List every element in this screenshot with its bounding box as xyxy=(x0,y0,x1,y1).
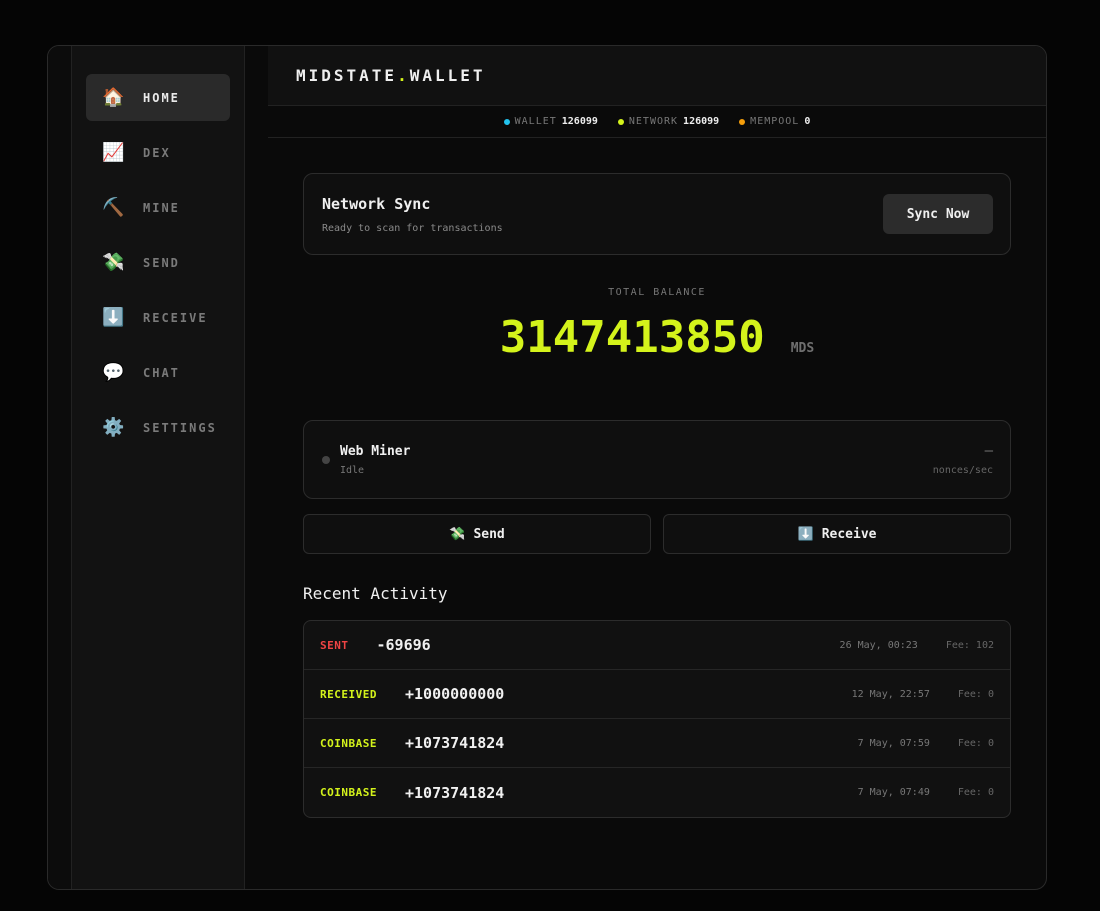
activity-type: COINBASE xyxy=(320,736,377,750)
sidebar-item-label: HOME xyxy=(143,90,180,105)
sidebar-item-label: RECEIVE xyxy=(143,310,208,325)
activity-date: 7 May, 07:49 xyxy=(857,787,930,798)
activity-type: SENT xyxy=(320,638,349,652)
main-panel: MIDSTATE.WALLET WALLET 126099 NETWORK 12… xyxy=(268,46,1046,889)
pick-icon: ⛏️ xyxy=(102,196,125,218)
money-icon: 💸 xyxy=(102,251,125,273)
money-icon: 💸 xyxy=(449,526,466,542)
down-arrow-icon: ⬇️ xyxy=(797,526,814,542)
sidebar-item-label: SEND xyxy=(143,255,180,270)
sidebar: 🏠 HOME 📈 DEX ⛏️ MINE 💸 SEND ⬇️ RECEIVE 💬… xyxy=(72,46,245,889)
sidebar-item-chat[interactable]: 💬 CHAT xyxy=(86,349,230,396)
mempool-status-dot xyxy=(739,118,746,125)
activity-amount: +1073741824 xyxy=(404,734,505,752)
wallet-height: WALLET 126099 xyxy=(503,116,598,127)
chart-icon: 📈 xyxy=(102,141,125,163)
network-value: 126099 xyxy=(683,116,720,127)
activity-fee: Fee: 102 xyxy=(945,639,994,651)
miner-rate: — xyxy=(984,443,993,459)
activity-type: COINBASE xyxy=(320,786,377,799)
network-label: NETWORK xyxy=(628,116,679,127)
wallet-value: 126099 xyxy=(561,116,598,127)
receive-button-label: Receive xyxy=(821,526,877,542)
activity-row[interactable]: RECEIVED +1000000000 12 May, 22:57 Fee: … xyxy=(304,670,1010,719)
sync-title: Network Sync xyxy=(322,194,431,213)
brand-right: WALLET xyxy=(409,66,486,85)
left-rail xyxy=(48,46,72,889)
topbar: MIDSTATE.WALLET xyxy=(268,46,1046,106)
sync-subtitle: Ready to scan for transactions xyxy=(322,222,503,234)
send-button[interactable]: 💸 Send xyxy=(303,514,651,554)
network-height: NETWORK 126099 xyxy=(617,116,720,127)
balance-label: TOTAL BALANCE xyxy=(608,287,706,298)
activity-fee: Fee: 0 xyxy=(957,737,994,749)
brand-dot: . xyxy=(397,66,410,85)
activity-amount: +1000000000 xyxy=(404,685,505,703)
sidebar-item-receive[interactable]: ⬇️ RECEIVE xyxy=(86,294,230,341)
wallet-status-dot xyxy=(503,118,510,125)
sync-now-button[interactable]: Sync Now xyxy=(883,194,993,234)
activity-date: 7 May, 07:59 xyxy=(857,737,930,749)
brand-left: MIDSTATE xyxy=(296,66,398,85)
activity-fee: Fee: 0 xyxy=(957,787,994,798)
sidebar-item-label: MINE xyxy=(143,200,180,215)
chat-icon: 💬 xyxy=(102,361,125,383)
activity-date: 26 May, 00:23 xyxy=(839,639,918,651)
miner-status-dot xyxy=(322,455,330,464)
receive-button[interactable]: ⬇️ Receive xyxy=(663,514,1011,554)
web-miner-card: Web Miner Idle — nonces/sec xyxy=(303,420,1011,499)
sidebar-item-settings[interactable]: ⚙️ SETTINGS xyxy=(86,404,230,451)
mempool-value: 0 xyxy=(804,116,811,127)
send-button-label: Send xyxy=(473,526,505,542)
miner-rate-unit: nonces/sec xyxy=(932,465,993,476)
sidebar-item-label: CHAT xyxy=(143,365,180,380)
balance-section: TOTAL BALANCE 3147413850 MDS xyxy=(303,255,1011,420)
activity-amount: -69696 xyxy=(376,636,431,654)
miner-status: Idle xyxy=(340,464,365,476)
network-sync-card: Network Sync Ready to scan for transacti… xyxy=(303,173,1011,255)
activity-row[interactable]: COINBASE +1073741824 7 May, 07:59 Fee: 0 xyxy=(304,719,1010,768)
brand-logo: MIDSTATE.WALLET xyxy=(296,66,486,85)
activity-row[interactable]: SENT -69696 26 May, 00:23 Fee: 102 xyxy=(304,621,1010,670)
activity-row[interactable]: COINBASE +1073741824 7 May, 07:49 Fee: 0 xyxy=(304,768,1010,817)
mempool-label: MEMPOOL xyxy=(750,116,800,127)
network-status-dot xyxy=(617,118,624,125)
recent-activity-title: Recent Activity xyxy=(303,584,448,603)
activity-date: 12 May, 22:57 xyxy=(851,688,930,700)
sidebar-item-mine[interactable]: ⛏️ MINE xyxy=(86,184,230,231)
activity-type: RECEIVED xyxy=(320,687,377,701)
activity-list: SENT -69696 26 May, 00:23 Fee: 102 RECEI… xyxy=(303,620,1011,818)
sidebar-item-dex[interactable]: 📈 DEX xyxy=(86,129,230,176)
sidebar-item-label: DEX xyxy=(143,145,171,160)
quick-actions: 💸 Send ⬇️ Receive xyxy=(303,514,1011,554)
sidebar-item-send[interactable]: 💸 SEND xyxy=(86,239,230,286)
sidebar-item-label: SETTINGS xyxy=(143,420,217,435)
balance-amount: 3147413850 xyxy=(499,312,765,363)
app-window: 🏠 HOME 📈 DEX ⛏️ MINE 💸 SEND ⬇️ RECEIVE 💬… xyxy=(47,45,1047,890)
home-icon: 🏠 xyxy=(102,86,125,108)
activity-fee: Fee: 0 xyxy=(957,688,994,700)
gear-icon: ⚙️ xyxy=(102,416,125,438)
dashboard-content: Network Sync Ready to scan for transacti… xyxy=(268,138,1046,818)
status-bar: WALLET 126099 NETWORK 126099 MEMPOOL 0 xyxy=(268,106,1046,138)
wallet-label: WALLET xyxy=(514,116,557,127)
down-arrow-icon: ⬇️ xyxy=(102,306,125,328)
activity-amount: +1073741824 xyxy=(404,783,505,802)
miner-title: Web Miner xyxy=(340,443,411,459)
mempool-count: MEMPOOL 0 xyxy=(739,116,810,127)
sidebar-item-home[interactable]: 🏠 HOME xyxy=(86,74,230,121)
balance-unit: MDS xyxy=(790,341,815,356)
